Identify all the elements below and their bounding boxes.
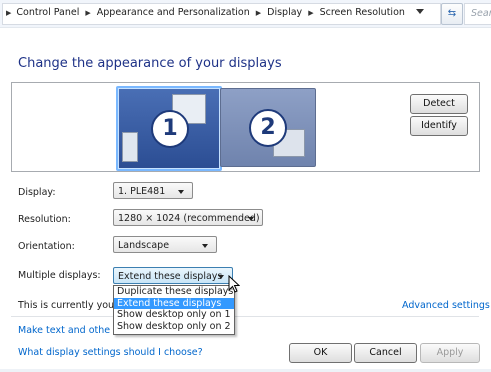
resolution-label: Resolution:: [18, 214, 71, 225]
breadcrumb-separator-icon[interactable]: ▶: [308, 9, 313, 17]
list-item[interactable]: Show desktop only on 2: [114, 321, 234, 333]
multiple-displays-list: Duplicate these displays Extend these di…: [113, 285, 235, 335]
refresh-icon: ⇆: [447, 8, 457, 19]
cursor-icon: [228, 275, 240, 293]
monitor-1[interactable]: 1: [116, 86, 222, 171]
multiple-displays-select[interactable]: Extend these displays: [113, 267, 233, 284]
resolution-select-value: 1280 × 1024 (recommended): [118, 213, 260, 224]
detect-button[interactable]: Detect: [410, 94, 468, 114]
address-dropdown-icon[interactable]: [416, 9, 424, 14]
monitor-2-number: 2: [249, 109, 287, 147]
refresh-button[interactable]: ⇆: [441, 3, 463, 25]
chevron-down-icon: [248, 217, 254, 221]
advanced-settings-link[interactable]: Advanced settings: [402, 300, 490, 311]
breadcrumb-separator-icon[interactable]: ▶: [6, 9, 11, 17]
monitor-arrangement-panel: 1 2 Detect Identify: [11, 82, 480, 172]
make-text-link[interactable]: Make text and othe: [18, 325, 110, 336]
search-input[interactable]: Search Control Panel: [464, 3, 491, 25]
identify-button[interactable]: Identify: [410, 116, 468, 136]
cancel-button[interactable]: Cancel: [354, 343, 417, 363]
multiple-displays-label: Multiple displays:: [18, 270, 101, 281]
monitor-2[interactable]: 2: [220, 88, 316, 167]
orientation-label: Orientation:: [18, 241, 75, 252]
display-select-value: 1. PLE481: [118, 186, 166, 197]
breadcrumb-appearance[interactable]: Appearance and Personalization: [97, 7, 250, 18]
breadcrumb: ▶ Control Panel ▶ Appearance and Persona…: [6, 7, 405, 18]
list-item[interactable]: Extend these displays: [114, 297, 234, 309]
breadcrumb-screen-resolution[interactable]: Screen Resolution: [320, 7, 405, 18]
list-item[interactable]: Duplicate these displays: [114, 286, 234, 298]
display-settings-help-link[interactable]: What display settings should I choose?: [18, 347, 203, 358]
status-text: This is currently you: [18, 300, 115, 311]
breadcrumb-display[interactable]: Display: [267, 7, 302, 18]
page-title: Change the appearance of your displays: [18, 56, 282, 71]
chevron-down-icon: [178, 190, 184, 194]
divider: [11, 316, 479, 317]
multiple-displays-select-value: Extend these displays: [118, 271, 223, 282]
breadcrumb-separator-icon[interactable]: ▶: [85, 9, 90, 17]
breadcrumb-control-panel[interactable]: Control Panel: [16, 7, 79, 18]
display-select[interactable]: 1. PLE481: [113, 182, 193, 199]
breadcrumb-separator-icon[interactable]: ▶: [256, 9, 261, 17]
apply-button[interactable]: Apply: [420, 343, 480, 363]
chevron-down-icon: [202, 244, 208, 248]
display-label: Display:: [18, 187, 56, 198]
orientation-select-value: Landscape: [118, 240, 170, 251]
monitor-1-number: 1: [151, 110, 189, 148]
resolution-select[interactable]: 1280 × 1024 (recommended): [113, 209, 263, 226]
orientation-select[interactable]: Landscape: [113, 236, 217, 253]
list-item[interactable]: Show desktop only on 1: [114, 309, 234, 321]
window-thumbnail-icon: [122, 132, 138, 162]
chevron-down-icon: [218, 275, 224, 279]
ok-button[interactable]: OK: [289, 343, 352, 363]
